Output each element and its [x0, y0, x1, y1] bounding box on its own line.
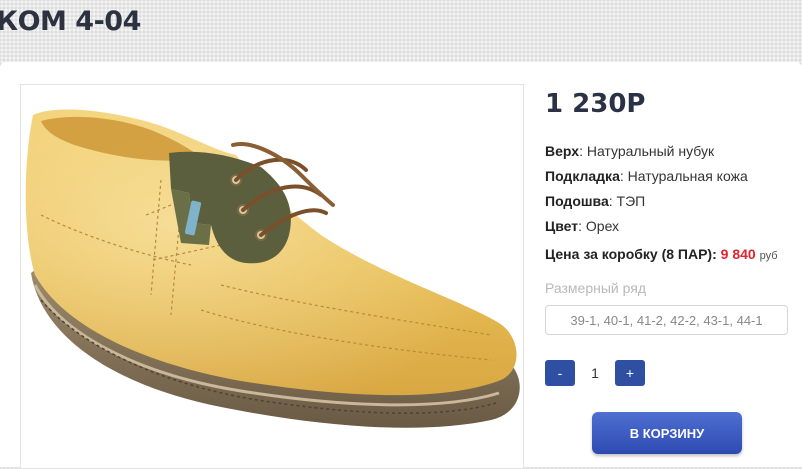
- product-price: 1 230Р: [545, 89, 646, 119]
- spec-value: Натуральная кожа: [627, 168, 748, 184]
- spec-separator: :: [579, 143, 587, 159]
- spec-separator: :: [619, 168, 628, 184]
- box-price: Цена за коробку (8 ПАР): 9 840 руб: [545, 246, 778, 262]
- page-title: КОМ 4-04: [0, 6, 141, 37]
- quantity-value[interactable]: 1: [577, 360, 613, 386]
- box-price-unit: руб: [759, 250, 778, 262]
- spec-label: Верх: [545, 143, 580, 159]
- spec-value: ТЭП: [616, 193, 646, 209]
- spec-sole: Подошва: ТЭП: [545, 193, 645, 209]
- shoe-illustration: [25, 109, 520, 428]
- add-to-cart-button[interactable]: В КОРЗИНУ: [592, 412, 742, 454]
- spec-color: Цвет: Орех: [545, 218, 619, 234]
- spec-label: Цвет: [545, 218, 579, 234]
- spec-lining: Подкладка: Натуральная кожа: [545, 168, 748, 184]
- box-price-label: Цена за коробку (8 ПАР):: [545, 246, 717, 262]
- sizes-label: Размерный ряд: [545, 280, 647, 296]
- quantity-increase-button[interactable]: +: [615, 360, 645, 386]
- spec-label: Подкладка: [545, 168, 620, 184]
- spec-label: Подошва: [545, 193, 609, 209]
- quantity-decrease-button[interactable]: -: [545, 360, 575, 386]
- spec-separator: :: [578, 218, 586, 234]
- spec-upper: Верх: Натуральный нубук: [545, 143, 714, 159]
- spec-separator: :: [608, 193, 617, 209]
- spec-value: Натуральный нубук: [586, 143, 715, 159]
- spec-value: Орех: [585, 218, 620, 234]
- box-price-value: 9 840: [720, 246, 756, 262]
- sizes-field[interactable]: 39-1, 40-1, 41-2, 42-2, 43-1, 44-1: [545, 305, 788, 335]
- product-image[interactable]: [20, 84, 524, 469]
